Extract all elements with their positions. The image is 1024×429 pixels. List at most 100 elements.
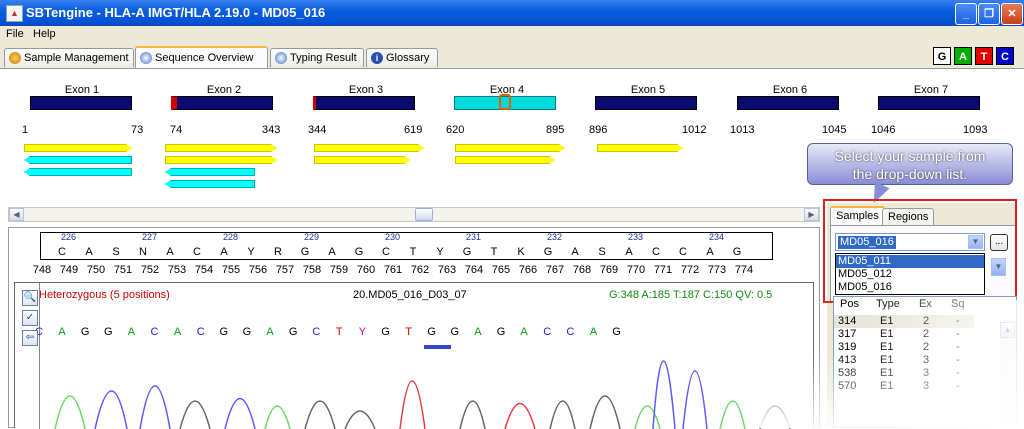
exon-2-bar[interactable]: [171, 96, 273, 110]
menu-file[interactable]: File: [6, 28, 24, 40]
base-t-toggle[interactable]: T: [975, 47, 993, 65]
read-reverse[interactable]: [165, 180, 255, 188]
read-forward[interactable]: [165, 144, 277, 152]
read-reverse[interactable]: [24, 156, 132, 164]
exon-7-end: 1093: [963, 124, 987, 136]
menu-bar: File Help: [0, 26, 1024, 44]
amino-acid: R: [268, 246, 288, 258]
base-call: G: [379, 326, 393, 338]
exon-6-bar[interactable]: [737, 96, 839, 110]
scroll-up-icon[interactable]: ▲: [1000, 322, 1015, 338]
sequence-position[interactable]: 750: [83, 264, 109, 276]
sequence-position[interactable]: 758: [299, 264, 325, 276]
zoom-icon[interactable]: 🔍: [22, 290, 38, 306]
sequence-position[interactable]: 764: [461, 264, 487, 276]
help-callout: Select your sample from the drop-down li…: [807, 143, 1013, 185]
typing-icon: [275, 52, 287, 64]
sequence-position[interactable]: 752: [137, 264, 163, 276]
overview-scrollbar[interactable]: ◀ ▶: [8, 207, 820, 222]
column-header-sq[interactable]: Sq: [951, 298, 964, 310]
read-forward[interactable]: [24, 144, 132, 152]
exon-6-end: 1045: [822, 124, 846, 136]
sequence-position[interactable]: 765: [488, 264, 514, 276]
tab-typing-result[interactable]: Typing Result: [270, 48, 364, 67]
trace-peak: [55, 396, 85, 429]
exon-5-bar[interactable]: [595, 96, 697, 110]
table-cell: E1: [880, 367, 893, 379]
sequence-position[interactable]: 756: [245, 264, 271, 276]
exon-3-end: 619: [404, 124, 422, 136]
sequence-position[interactable]: 751: [110, 264, 136, 276]
chromatogram[interactable]: Heterozygous (5 positions) 20.MD05_016_D…: [14, 282, 814, 428]
base-c-toggle[interactable]: C: [996, 47, 1014, 65]
sequence-position[interactable]: 754: [191, 264, 217, 276]
maximize-button[interactable]: ❐: [978, 3, 1000, 25]
table-cell: -: [956, 354, 960, 366]
exon-3-bar[interactable]: [313, 96, 415, 110]
table-cell: -: [956, 367, 960, 379]
codon-number: 231: [466, 232, 481, 242]
exon-1-bar[interactable]: [30, 96, 132, 110]
exon-6-start: 1013: [730, 124, 754, 136]
sequence-position[interactable]: 766: [515, 264, 541, 276]
back-arrow-icon[interactable]: ⇦: [22, 330, 38, 346]
sequence-position[interactable]: 749: [56, 264, 82, 276]
tab-sequence-overview[interactable]: Sequence Overview: [135, 46, 268, 68]
sequence-position[interactable]: 748: [29, 264, 55, 276]
read-forward[interactable]: [455, 144, 565, 152]
sequence-position[interactable]: 763: [434, 264, 460, 276]
sequence-position[interactable]: 759: [326, 264, 352, 276]
sequence-position[interactable]: 770: [623, 264, 649, 276]
exon-7-bar[interactable]: [878, 96, 980, 110]
base-g-toggle[interactable]: G: [933, 47, 951, 65]
column-header-pos[interactable]: Pos: [840, 298, 859, 310]
scroll-left-icon[interactable]: ◀: [9, 208, 24, 221]
column-header-ex[interactable]: Ex: [919, 298, 932, 310]
trace-peak: [683, 371, 707, 429]
sequence-position[interactable]: 753: [164, 264, 190, 276]
scroll-right-icon[interactable]: ▶: [804, 208, 819, 221]
minimize-button[interactable]: _: [955, 3, 977, 25]
sequence-position[interactable]: 769: [596, 264, 622, 276]
close-button[interactable]: ✕: [1001, 3, 1023, 25]
sequence-position[interactable]: 774: [731, 264, 757, 276]
sequence-position[interactable]: 773: [704, 264, 730, 276]
tab-sample-management[interactable]: Sample Management: [4, 48, 134, 67]
sequence-position[interactable]: 757: [272, 264, 298, 276]
column-header-type[interactable]: Type: [876, 298, 900, 310]
codon-number: 226: [61, 232, 76, 242]
table-scrollbar[interactable]: ▲: [999, 320, 1016, 428]
read-forward[interactable]: [165, 156, 277, 164]
trace-peak: [635, 406, 660, 429]
sequence-position[interactable]: 762: [407, 264, 433, 276]
table-cell: E1: [880, 354, 893, 366]
sequence-position[interactable]: 771: [650, 264, 676, 276]
amino-acid: K: [511, 246, 531, 258]
trace-peak: [760, 406, 790, 429]
amino-acid: C: [187, 246, 207, 258]
exon-5-end: 1012: [682, 124, 706, 136]
sequence-position[interactable]: 768: [569, 264, 595, 276]
scroll-thumb[interactable]: [415, 208, 433, 221]
read-forward[interactable]: [597, 144, 683, 152]
trace-peak: [590, 396, 620, 429]
read-forward[interactable]: [455, 156, 555, 164]
position-marker[interactable]: [499, 94, 511, 110]
table-cell: 413: [838, 354, 856, 366]
base-call: T: [402, 326, 416, 338]
sequence-position[interactable]: 761: [380, 264, 406, 276]
read-reverse[interactable]: [24, 168, 132, 176]
base-a-toggle[interactable]: A: [954, 47, 972, 65]
read-forward[interactable]: [314, 144, 424, 152]
check-icon[interactable]: ✓: [22, 310, 38, 326]
read-forward[interactable]: [314, 156, 410, 164]
read-reverse[interactable]: [165, 168, 255, 176]
sequence-position[interactable]: 760: [353, 264, 379, 276]
base-call: C: [563, 326, 577, 338]
menu-help[interactable]: Help: [33, 28, 56, 40]
sequence-position[interactable]: 772: [677, 264, 703, 276]
tab-glossary[interactable]: i Glossary: [366, 48, 438, 67]
table-cell: 314: [838, 315, 856, 327]
sequence-position[interactable]: 755: [218, 264, 244, 276]
sequence-position[interactable]: 767: [542, 264, 568, 276]
